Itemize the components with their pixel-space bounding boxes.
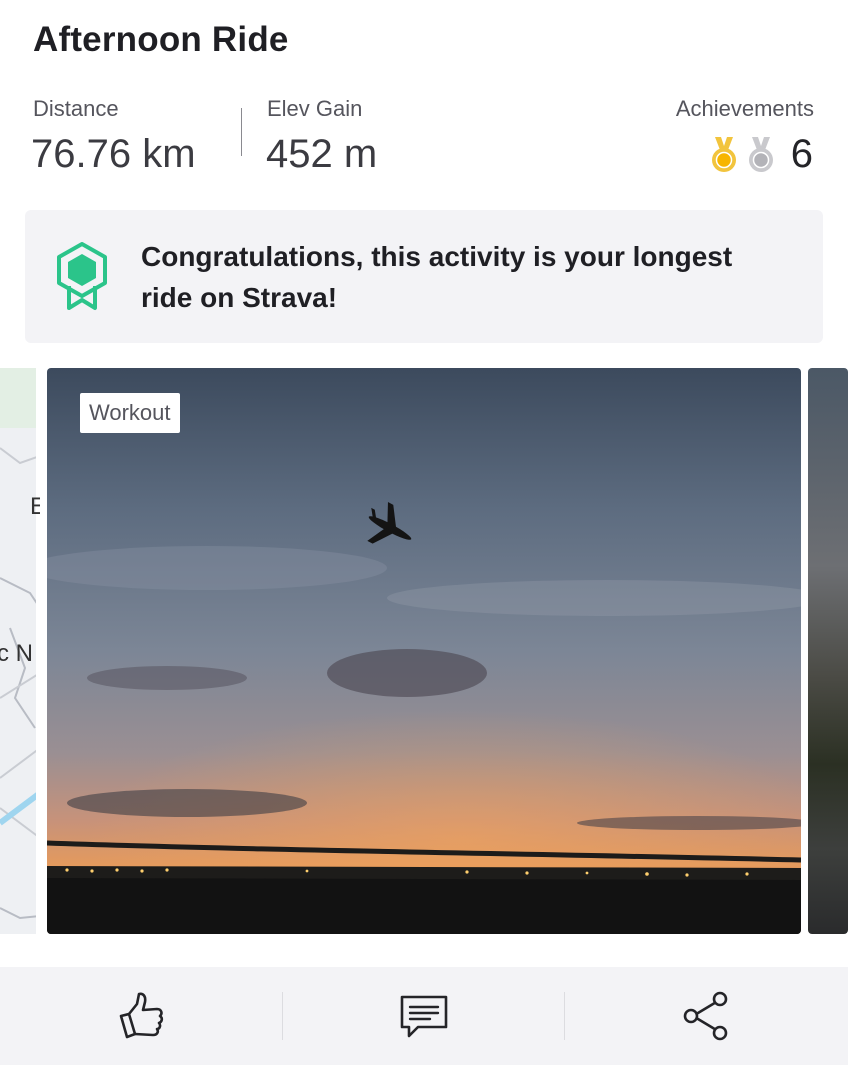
activity-title: Afternoon Ride bbox=[33, 20, 289, 59]
stats-row: Distance 76.76 km Elev Gain 452 m Achiev… bbox=[0, 92, 848, 187]
stats-divider bbox=[241, 108, 242, 156]
comment-button[interactable] bbox=[283, 967, 565, 1065]
comment-icon bbox=[400, 995, 448, 1038]
activity-action-bar bbox=[0, 967, 848, 1065]
share-icon bbox=[683, 991, 728, 1041]
congrats-message: Congratulations, this activity is your l… bbox=[141, 241, 733, 313]
media-carousel[interactable]: E c N Workout bbox=[0, 368, 848, 934]
elev-gain-label: Elev Gain bbox=[267, 96, 363, 121]
next-photo-thumbnail[interactable] bbox=[808, 368, 848, 934]
gold-medal-icon bbox=[712, 137, 736, 172]
achievements-count[interactable]: 6 bbox=[791, 132, 813, 177]
share-button[interactable] bbox=[565, 967, 847, 1065]
achievements-label[interactable]: Achievements bbox=[676, 96, 814, 122]
route-map-thumbnail[interactable]: E c N bbox=[0, 368, 40, 934]
silver-medal-icon bbox=[749, 137, 773, 172]
sunset-airplane-photo bbox=[47, 368, 801, 934]
ride-photo[interactable]: Workout bbox=[47, 368, 801, 934]
distance-label: Distance bbox=[33, 96, 119, 121]
thumbs-up-icon bbox=[119, 992, 164, 1039]
workout-tag: Workout bbox=[80, 393, 180, 433]
distance-value: 76.76 km bbox=[31, 132, 196, 176]
bottom-strip bbox=[0, 1065, 848, 1080]
longest-ride-banner[interactable]: Congratulations, this activity is your l… bbox=[25, 210, 823, 343]
map-label-cn: c N bbox=[0, 640, 33, 667]
elev-gain-value: 452 m bbox=[266, 132, 378, 176]
map-label-e: E bbox=[30, 493, 40, 520]
kudos-button[interactable] bbox=[0, 967, 282, 1065]
award-ribbon-icon bbox=[57, 242, 107, 310]
